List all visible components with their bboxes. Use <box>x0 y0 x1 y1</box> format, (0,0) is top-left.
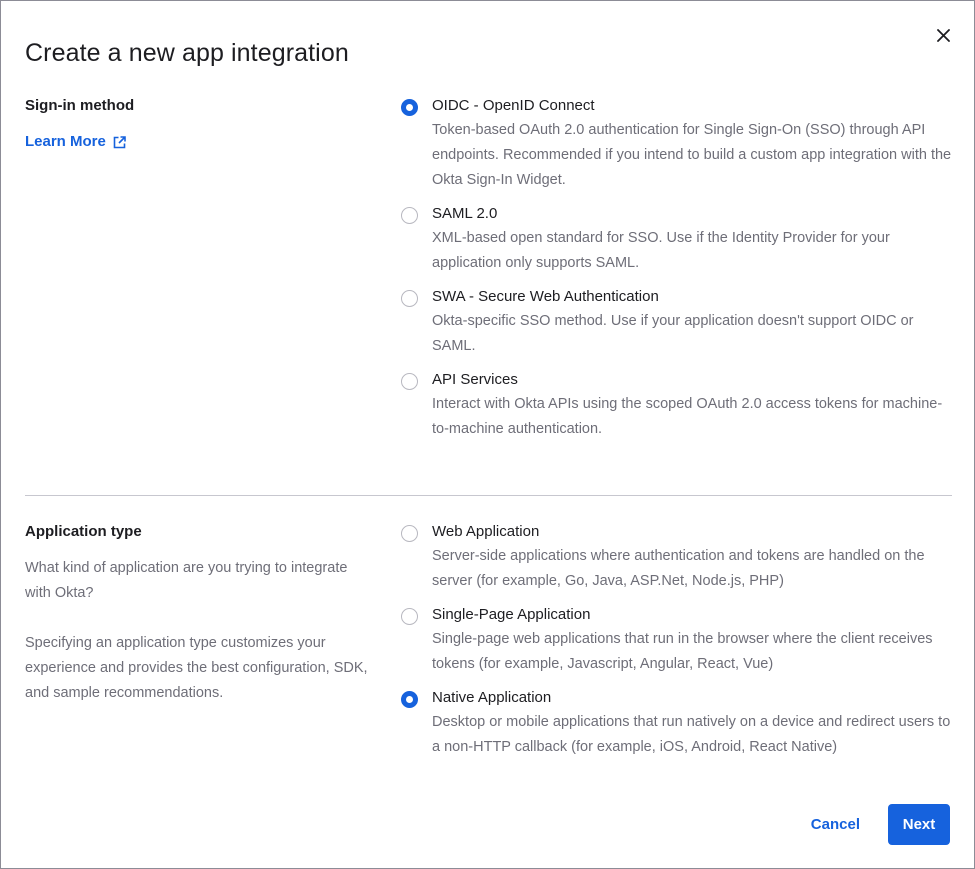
option-label: API Services <box>432 371 518 388</box>
apptype-option-spa[interactable]: Single-Page Application Single-page web … <box>401 604 952 677</box>
learn-more-link[interactable]: Learn More <box>25 131 126 153</box>
dialog-footer: Cancel Next <box>807 804 950 845</box>
next-button[interactable]: Next <box>888 804 950 845</box>
radio-api-services[interactable] <box>401 373 418 390</box>
radio-native-application[interactable] <box>401 691 418 708</box>
signin-method-label: Sign-in method <box>25 97 135 114</box>
signin-method-options: OIDC - OpenID Connect Token-based OAuth … <box>401 95 952 442</box>
option-label: Native Application <box>432 689 552 706</box>
apptype-option-web[interactable]: Web Application Server-side applications… <box>401 521 952 594</box>
signin-option-api-services[interactable]: API Services Interact with Okta APIs usi… <box>401 369 952 442</box>
signin-option-swa[interactable]: SWA - Secure Web Authentication Okta-spe… <box>401 286 952 359</box>
radio-swa[interactable] <box>401 290 418 307</box>
application-type-label: Application type <box>25 523 142 540</box>
option-label: Web Application <box>432 523 540 540</box>
radio-saml[interactable] <box>401 207 418 224</box>
option-description: XML-based open standard for SSO. Use if … <box>432 230 890 271</box>
section-divider <box>25 495 952 496</box>
option-label: SAML 2.0 <box>432 205 498 222</box>
signin-method-info: Sign-in method Learn More <box>25 95 375 153</box>
external-link-icon <box>113 135 126 148</box>
application-type-question: What kind of application are you trying … <box>25 560 348 601</box>
option-description: Single-page web applications that run in… <box>432 631 933 672</box>
option-description: Interact with Okta APIs using the scoped… <box>432 396 943 437</box>
learn-more-label: Learn More <box>25 133 106 150</box>
option-label: SWA - Secure Web Authentication <box>432 288 659 305</box>
signin-method-section: Sign-in method Learn More OIDC - OpenID … <box>25 95 952 475</box>
cancel-button[interactable]: Cancel <box>807 805 864 845</box>
option-description: Okta-specific SSO method. Use if your ap… <box>432 313 914 354</box>
dialog-title: Create a new app integration <box>25 39 349 67</box>
application-type-info: Application type What kind of applicatio… <box>25 521 375 706</box>
option-description: Server-side applications where authentic… <box>432 548 925 589</box>
application-type-help: Specifying an application type customize… <box>25 635 368 701</box>
create-app-integration-dialog: Create a new app integration Sign-in met… <box>0 0 975 869</box>
radio-single-page-application[interactable] <box>401 608 418 625</box>
option-label: OIDC - OpenID Connect <box>432 97 595 114</box>
radio-web-application[interactable] <box>401 525 418 542</box>
option-description: Desktop or mobile applications that run … <box>432 714 951 755</box>
option-description: Token-based OAuth 2.0 authentication for… <box>432 122 952 188</box>
option-label: Single-Page Application <box>432 606 591 623</box>
close-button[interactable] <box>929 21 957 49</box>
close-icon <box>936 28 950 42</box>
signin-option-oidc[interactable]: OIDC - OpenID Connect Token-based OAuth … <box>401 95 952 193</box>
radio-oidc[interactable] <box>401 99 418 116</box>
apptype-option-native[interactable]: Native Application Desktop or mobile app… <box>401 687 952 760</box>
signin-option-saml[interactable]: SAML 2.0 XML-based open standard for SSO… <box>401 203 952 276</box>
application-type-section: Application type What kind of applicatio… <box>25 521 952 781</box>
application-type-options: Web Application Server-side applications… <box>401 521 952 760</box>
